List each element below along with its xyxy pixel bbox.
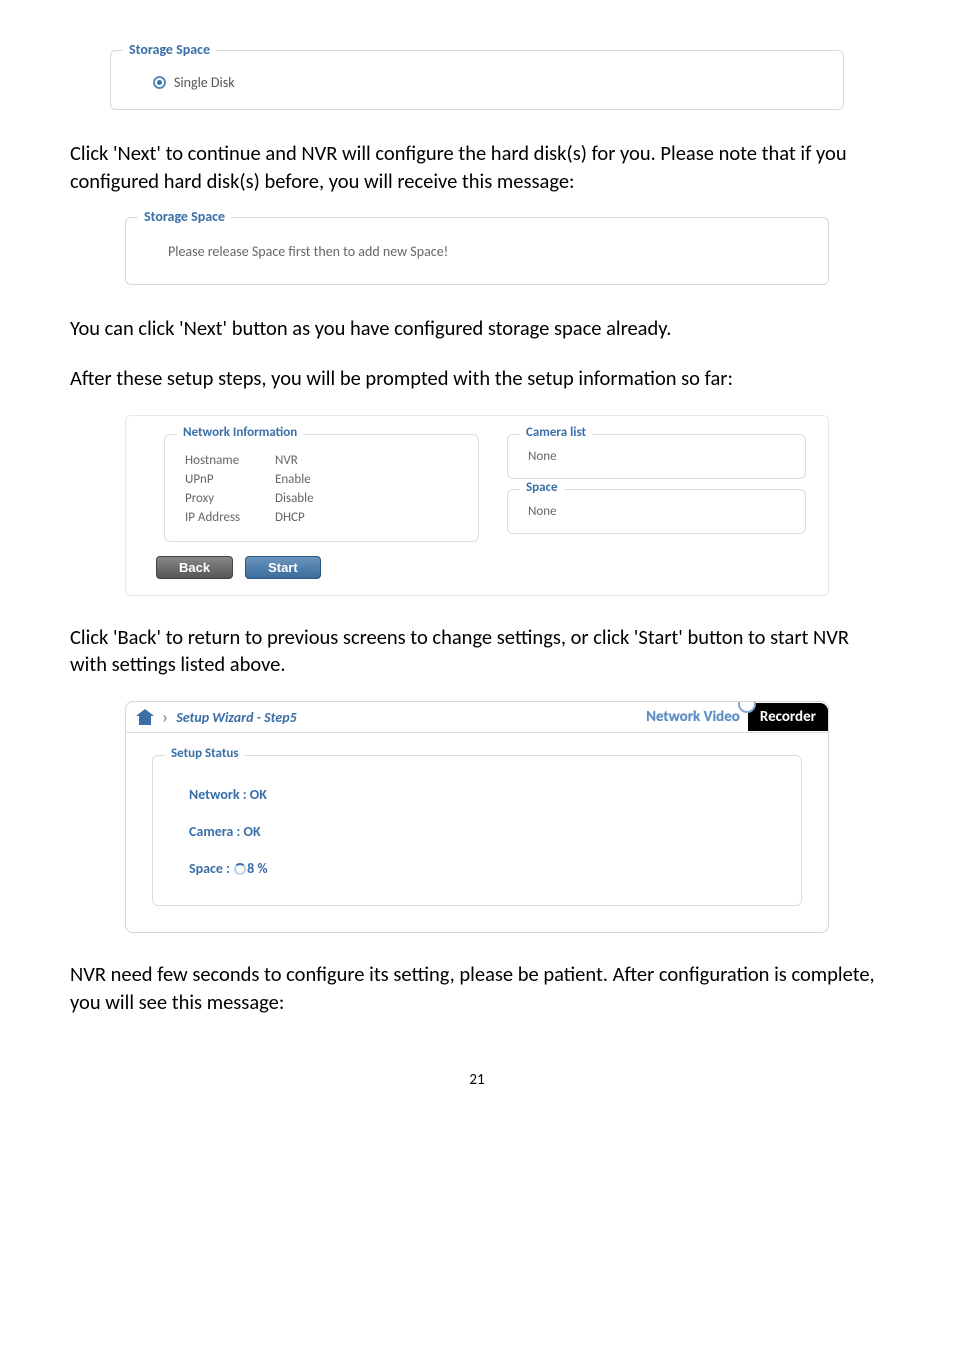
paragraph-3: After these setup steps, you will be pro… <box>70 365 884 393</box>
camera-list-value: None <box>528 449 785 464</box>
camera-list-box: Camera list None <box>507 434 806 479</box>
spinner-icon <box>234 863 246 875</box>
paragraph-2: You can click 'Next' button as you have … <box>70 315 884 343</box>
storage-space-box-2: Storage Space Please release Space first… <box>125 217 829 285</box>
radio-icon[interactable] <box>153 76 166 89</box>
network-information-legend: Network Information <box>177 425 303 440</box>
kv-upnp: UPnP Enable <box>185 472 458 487</box>
hostname-val: NVR <box>275 453 298 468</box>
hostname-key: Hostname <box>185 453 275 468</box>
ipaddress-key: IP Address <box>185 510 275 525</box>
setup-status-box: Setup Status Network : OK Camera : OK Sp… <box>152 755 802 906</box>
summary-panel: Network Information Hostname NVR UPnP En… <box>125 415 829 596</box>
breadcrumb-title: Setup Wizard - Step5 <box>176 709 297 726</box>
status-camera: Camera : OK <box>189 823 775 840</box>
setup-status-legend: Setup Status <box>165 746 245 761</box>
home-icon[interactable] <box>136 709 154 725</box>
paragraph-1: Click 'Next' to continue and NVR will co… <box>70 140 884 195</box>
space-value: None <box>528 504 785 519</box>
proxy-key: Proxy <box>185 491 275 506</box>
status-network: Network : OK <box>189 786 775 803</box>
kv-ipaddress: IP Address DHCP <box>185 510 458 525</box>
kv-proxy: Proxy Disable <box>185 491 458 506</box>
kv-hostname: Hostname NVR <box>185 453 458 468</box>
paragraph-5: NVR need few seconds to configure its se… <box>70 961 884 1016</box>
release-space-message: Please release Space first then to add n… <box>146 233 808 266</box>
wizard-header: › Setup Wizard - Step5 Network Video Rec… <box>126 702 828 733</box>
ipaddress-val: DHCP <box>275 510 305 525</box>
chevron-right-icon: › <box>160 706 170 728</box>
storage-space-legend-2: Storage Space <box>138 208 231 225</box>
network-information-box: Network Information Hostname NVR UPnP En… <box>164 434 479 542</box>
upnp-val: Enable <box>275 472 311 487</box>
storage-space-box-1: Storage Space Single Disk <box>110 50 844 110</box>
status-space: Space : 8 % <box>189 860 775 877</box>
space-legend: Space <box>520 480 564 495</box>
status-space-pct: 8 % <box>247 860 267 877</box>
space-box: Space None <box>507 489 806 534</box>
back-button[interactable]: Back <box>156 556 233 579</box>
upnp-key: UPnP <box>185 472 275 487</box>
camera-list-legend: Camera list <box>520 425 592 440</box>
status-space-prefix: Space : <box>189 860 233 877</box>
brand-logo: Network Video Recorder <box>638 702 828 732</box>
setup-wizard-panel: › Setup Wizard - Step5 Network Video Rec… <box>125 701 829 933</box>
proxy-val: Disable <box>275 491 314 506</box>
start-button[interactable]: Start <box>245 556 321 579</box>
single-disk-radio-row[interactable]: Single Disk <box>131 66 823 91</box>
storage-space-legend-1: Storage Space <box>123 41 216 58</box>
paragraph-4: Click 'Back' to return to previous scree… <box>70 624 884 679</box>
single-disk-label: Single Disk <box>174 74 235 91</box>
page-number: 21 <box>70 1071 884 1089</box>
